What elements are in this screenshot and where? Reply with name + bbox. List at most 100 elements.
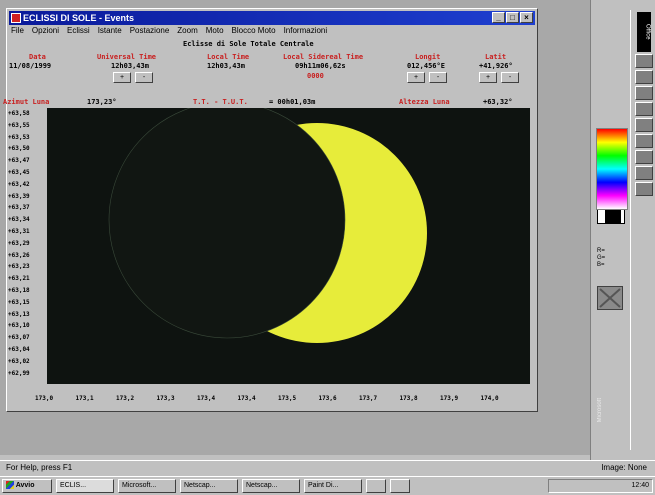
latit-value: +41,926° bbox=[479, 62, 513, 70]
local-time-label: Local Time bbox=[207, 53, 250, 61]
office-app-icon-7[interactable] bbox=[634, 150, 653, 164]
y-tick-label: +63,23 bbox=[8, 263, 30, 271]
task-netscape-2[interactable]: Netscap... bbox=[242, 479, 300, 493]
latit-dec-button[interactable]: - bbox=[501, 72, 519, 83]
menu-istante[interactable]: Istante bbox=[98, 26, 122, 38]
status-image-text: Image: None bbox=[601, 463, 647, 472]
office-app-icon-2[interactable] bbox=[634, 70, 653, 84]
latit-inc-button[interactable]: + bbox=[479, 72, 497, 83]
system-tray: 12:40 bbox=[548, 479, 653, 493]
menu-moto[interactable]: Moto bbox=[206, 26, 224, 38]
longit-dec-button[interactable]: - bbox=[429, 72, 447, 83]
x-tick-label: 173,7 bbox=[359, 395, 378, 402]
x-tick-label: 173,0 bbox=[35, 395, 54, 402]
menu-file[interactable]: File bbox=[11, 26, 24, 38]
maximize-button[interactable]: □ bbox=[506, 12, 519, 23]
universal-time-value: 12h03,43m bbox=[111, 62, 149, 70]
x-tick-label: 173,1 bbox=[75, 395, 94, 402]
office-app-icon-6[interactable] bbox=[634, 134, 653, 148]
y-tick-label: +63,37 bbox=[8, 204, 30, 212]
menu-zoom[interactable]: Zoom bbox=[177, 26, 197, 38]
y-tick-label: +63,42 bbox=[8, 180, 30, 188]
y-tick-label: +63,53 bbox=[8, 133, 30, 141]
task-eclissi[interactable]: ECLIS... bbox=[56, 479, 114, 493]
y-tick-label: +63,29 bbox=[8, 239, 30, 247]
longit-value: 012,456°E bbox=[407, 62, 445, 70]
g-label: G= bbox=[597, 255, 606, 261]
universal-inc-button[interactable]: + bbox=[113, 72, 131, 83]
altezza-label: Altezza Luna bbox=[399, 98, 450, 106]
universal-dec-button[interactable]: - bbox=[135, 72, 153, 83]
office-label: Office bbox=[636, 12, 651, 52]
menu-eclissi[interactable]: Eclissi bbox=[67, 26, 90, 38]
clock: 12:40 bbox=[631, 482, 649, 489]
y-tick-label: +63,26 bbox=[8, 251, 30, 259]
office-app-icon-8[interactable] bbox=[634, 166, 653, 180]
office-app-icon-4[interactable] bbox=[634, 102, 653, 116]
office-app-icon-3[interactable] bbox=[634, 86, 653, 100]
rgb-readout: R= G= B= bbox=[597, 248, 605, 269]
y-tick-label: +63,15 bbox=[8, 298, 30, 306]
y-tick-label: +63,13 bbox=[8, 310, 30, 318]
data-value: 11/08/1999 bbox=[9, 62, 52, 70]
sidereal-time-value: 09h11m06,62s bbox=[295, 62, 346, 70]
x-tick-label: 173,4 bbox=[237, 395, 256, 402]
y-tick-label: +63,50 bbox=[8, 145, 30, 153]
y-tick-label: +63,47 bbox=[8, 157, 30, 165]
office-shortcut-bar: Office bbox=[630, 10, 655, 450]
x-tick-label: 173,6 bbox=[318, 395, 337, 402]
task-paint[interactable]: Paint Di... bbox=[304, 479, 362, 493]
menu-informazioni[interactable]: Informazioni bbox=[284, 26, 328, 38]
y-tick-label: +63,39 bbox=[8, 192, 30, 200]
windows-logo-icon bbox=[6, 481, 14, 490]
x-tick-label: 173,5 bbox=[278, 395, 297, 402]
y-tick-label: +63,04 bbox=[8, 346, 30, 353]
longit-inc-button[interactable]: + bbox=[407, 72, 425, 83]
cross-box-icon[interactable] bbox=[597, 286, 623, 310]
close-button[interactable]: × bbox=[520, 12, 533, 23]
status-help-text: For Help, press F1 bbox=[6, 463, 73, 472]
local-time-value: 12h03,43m bbox=[207, 62, 245, 70]
start-button[interactable]: Avvio bbox=[2, 479, 52, 493]
y-tick-label: +63,34 bbox=[8, 216, 30, 224]
window-title: ECLISSI DI SOLE - Events bbox=[23, 13, 135, 23]
task-microsoft[interactable]: Microsoft... bbox=[118, 479, 176, 493]
color-palette[interactable] bbox=[596, 128, 628, 210]
x-tick-label: 174,0 bbox=[480, 395, 499, 402]
menu-bar: File Opzioni Eclissi Istante Postazione … bbox=[11, 26, 533, 38]
mode-indicator: 0000 bbox=[307, 72, 324, 80]
x-tick-label: 173,9 bbox=[440, 395, 459, 402]
office-app-icon-9[interactable] bbox=[634, 182, 653, 196]
y-tick-label: +63,55 bbox=[8, 121, 30, 129]
y-tick-label: +63,58 bbox=[8, 110, 30, 117]
task-item-7[interactable] bbox=[390, 479, 410, 493]
start-label: Avvio bbox=[15, 482, 35, 489]
status-bar: For Help, press F1 Image: None bbox=[0, 460, 655, 474]
menu-postazione[interactable]: Postazione bbox=[130, 26, 170, 38]
sidereal-time-label: Local Sidereal Time bbox=[283, 53, 364, 61]
eclipse-plot[interactable] bbox=[47, 101, 530, 384]
office-app-icon-1[interactable] bbox=[634, 54, 653, 68]
azimut-label: Azimut Luna bbox=[3, 98, 50, 106]
microsoft-watermark: Microsoft bbox=[597, 398, 603, 423]
eclipse-window[interactable]: ECLISSI DI SOLE - Events _ □ × File Opzi… bbox=[3, 8, 538, 412]
eclipse-svg bbox=[108, 101, 427, 343]
color-preview-fg bbox=[605, 208, 621, 224]
universal-time-label: Universal Time bbox=[97, 53, 157, 61]
x-tick-label: 173,3 bbox=[156, 395, 175, 402]
moon-disk bbox=[108, 101, 346, 339]
y-tick-label: +62,99 bbox=[8, 369, 30, 377]
x-tick-label: 173,2 bbox=[116, 395, 135, 402]
menu-opzioni[interactable]: Opzioni bbox=[32, 26, 59, 38]
tools-panel: R= G= B= Microsoft bbox=[590, 0, 631, 460]
y-tick-label: +63,31 bbox=[8, 228, 30, 235]
menu-blocco-moto[interactable]: Blocco Moto bbox=[232, 26, 276, 38]
task-netscape-1[interactable]: Netscap... bbox=[180, 479, 238, 493]
x-tick-label: 173,8 bbox=[399, 395, 418, 402]
title-bar[interactable]: ECLISSI DI SOLE - Events _ □ × bbox=[9, 11, 535, 25]
office-app-icon-5[interactable] bbox=[634, 118, 653, 132]
y-tick-label: +63,10 bbox=[8, 322, 30, 330]
minimize-button[interactable]: _ bbox=[492, 12, 505, 23]
r-label: R= bbox=[597, 248, 605, 254]
task-item-6[interactable] bbox=[366, 479, 386, 493]
